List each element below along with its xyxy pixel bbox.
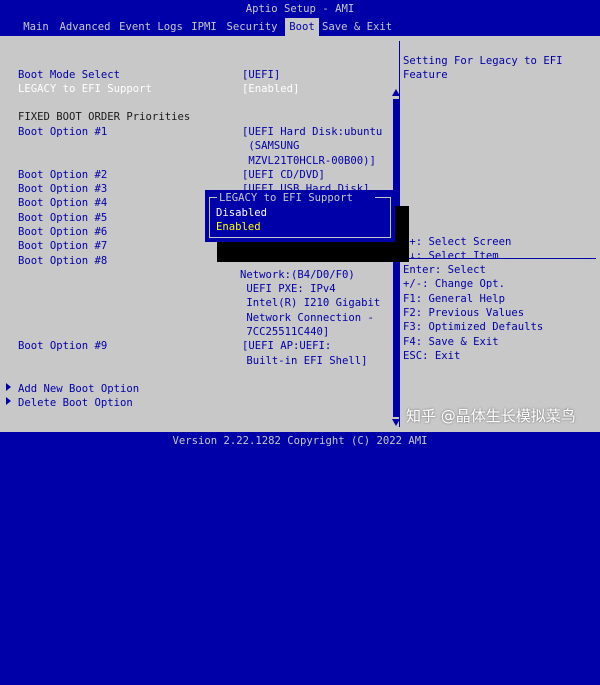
boot-option-1-value-line1[interactable]: [UEFI Hard Disk:ubuntu (242, 125, 382, 139)
tab-advanced[interactable]: Advanced (58, 18, 112, 36)
popup-frame-top-right (375, 197, 390, 198)
boot-mode-select-value[interactable]: [UEFI] (242, 68, 280, 82)
key-esc-exit: ESC: Exit (403, 350, 461, 362)
legacy-to-efi-label[interactable]: LEGACY to EFI Support (18, 82, 152, 96)
tab-security[interactable]: Security (224, 18, 280, 36)
add-new-boot-option-link[interactable]: Add New Boot Option (18, 382, 139, 396)
popup-option-enabled-label: Enabled (216, 221, 261, 233)
legacy-to-efi-popup: LEGACY to EFI Support Disabled Enabled (205, 190, 395, 242)
key-general-help: F1: General Help (403, 293, 506, 305)
boot-option-5-label[interactable]: Boot Option #5 (18, 211, 107, 225)
tab-ipmi[interactable]: IPMI (190, 18, 218, 36)
key-previous-values: F2: Previous Values (403, 307, 525, 319)
key-save-exit: F4: Save & Exit (403, 336, 499, 348)
tab-boot[interactable]: Boot (285, 18, 319, 36)
boot-option-9-value-line1[interactable]: [UEFI AP:UEFI: (242, 339, 331, 353)
key-enter-select: Enter: Select (403, 264, 486, 276)
boot-option-3-label[interactable]: Boot Option #3 (18, 182, 107, 196)
delete-boot-option-link[interactable]: Delete Boot Option (18, 396, 133, 410)
watermark: 知乎 @晶体生长模拟菜鸟 (406, 407, 576, 425)
help-text-line2: Feature (403, 69, 448, 81)
boot-option-9-label[interactable]: Boot Option #9 (18, 339, 107, 353)
tab-main[interactable]: Main (20, 18, 52, 36)
boot-option-2-value[interactable]: [UEFI CD/DVD] (242, 168, 325, 182)
popup-title: LEGACY to EFI Support (219, 192, 353, 204)
boot-option-1-value-line2: (SAMSUNG (242, 140, 300, 152)
popup-option-disabled[interactable]: Disabled (216, 206, 267, 220)
triangle-right-icon (6, 397, 11, 405)
boot-option-6-label[interactable]: Boot Option #6 (18, 225, 107, 239)
popup-option-enabled[interactable]: Enabled (216, 220, 261, 234)
boot-option-4-label[interactable]: Boot Option #4 (18, 196, 107, 210)
boot-option-8-value-line4: Network Connection - (240, 312, 374, 324)
boot-option-1-value-line3: MZVL21T0HCLR-00B00)] (242, 155, 376, 167)
boot-option-8-label[interactable]: Boot Option #8 (18, 254, 107, 268)
boot-option-7-label[interactable]: Boot Option #7 (18, 239, 107, 253)
boot-option-2-label[interactable]: Boot Option #2 (18, 168, 107, 182)
key-change-opt: +/-: Change Opt. (403, 278, 506, 290)
section-heading: FIXED BOOT ORDER Priorities (18, 111, 191, 123)
boot-option-8-value-line1[interactable]: Network:(B4/D0/F0) (240, 268, 355, 282)
help-text-line1: Setting For Legacy to EFI (403, 55, 563, 67)
window-title: Aptio Setup - AMI (245, 3, 355, 15)
key-legend: ++: Select Screen ↑↓: Select Item Enter:… (400, 236, 596, 427)
boot-mode-select-label[interactable]: Boot Mode Select (18, 68, 120, 82)
boot-option-9-value-line2: Built-in EFI Shell] (240, 355, 368, 367)
tab-save-exit[interactable]: Save & Exit (322, 18, 392, 36)
triangle-right-icon (6, 383, 11, 391)
menu-bar: Main Advanced Event Logs IPMI Security B… (0, 18, 600, 36)
boot-option-8-value-line2: UEFI PXE: IPv4 (240, 283, 336, 295)
boot-option-1-label[interactable]: Boot Option #1 (18, 125, 107, 139)
boot-option-8-value-line5: 7CC25511C440] (240, 326, 330, 338)
footer-version: Version 2.22.1282 Copyright (C) 2022 AMI (172, 435, 428, 447)
key-select-screen: ++: Select Screen (403, 236, 512, 248)
popup-frame-top-left (209, 197, 217, 198)
help-panel: Setting For Legacy to EFI Feature (400, 41, 596, 259)
key-select-item: ↑↓: Select Item (403, 250, 499, 262)
legacy-to-efi-value[interactable]: [Enabled] (242, 82, 299, 96)
boot-option-8-value-line3: Intel(R) I210 Gigabit (240, 297, 381, 309)
tab-event-logs[interactable]: Event Logs (118, 18, 184, 36)
key-optimized-defaults: F3: Optimized Defaults (403, 321, 544, 333)
